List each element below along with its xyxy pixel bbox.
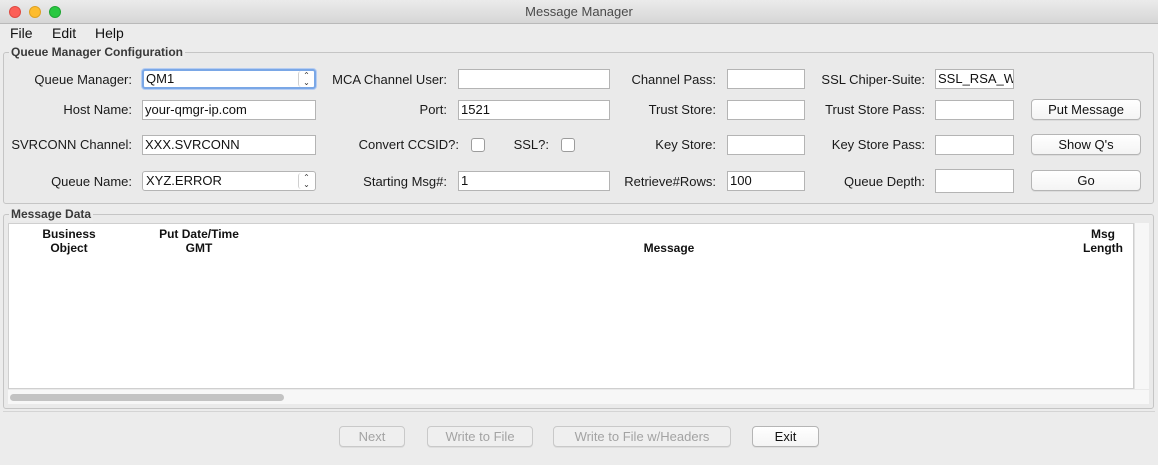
queue-manager-value: QM1 (146, 71, 175, 86)
queue-manager-config-title: Queue Manager Configuration (9, 45, 186, 59)
column-header-msg-length[interactable]: Msg Length (1073, 227, 1133, 255)
trust-store-pass-input[interactable] (935, 100, 1014, 120)
host-name-input[interactable]: your-qmgr-ip.com (142, 100, 316, 120)
trust-store-pass-label: Trust Store Pass: (825, 102, 925, 117)
queue-name-combo[interactable]: XYZ.ERROR (142, 171, 316, 191)
ssl-cipher-suite-input[interactable]: SSL_RSA_WI (935, 69, 1014, 89)
channel-pass-label: Channel Pass: (631, 72, 716, 87)
starting-msg-label: Starting Msg#: (363, 174, 447, 189)
host-name-label: Host Name: (63, 102, 132, 117)
menu-edit[interactable]: Edit (52, 25, 76, 41)
queue-depth-input[interactable] (935, 169, 1014, 193)
trust-store-input[interactable] (727, 100, 805, 120)
column-header-line: Business (42, 227, 96, 241)
queue-manager-label: Queue Manager: (34, 72, 132, 87)
column-header-line: Put Date/Time (159, 227, 239, 241)
chevron-up-down-icon[interactable]: ⌃ ⌄ (298, 173, 314, 189)
starting-msg-input[interactable]: 1 (458, 171, 610, 191)
retrieve-rows-input[interactable]: 100 (727, 171, 805, 191)
chevron-up-down-icon[interactable]: ⌃ ⌄ (298, 71, 314, 87)
go-button[interactable]: Go (1031, 170, 1141, 191)
column-header-put-datetime[interactable]: Put Date/Time GMT (140, 227, 258, 255)
write-to-file-button[interactable]: Write to File (427, 426, 533, 447)
window-title: Message Manager (525, 4, 633, 19)
svrconn-channel-label: SVRCONN Channel: (11, 137, 132, 152)
message-data-title: Message Data (9, 207, 94, 221)
mca-channel-user-label: MCA Channel User: (332, 72, 447, 87)
ssl-label: SSL?: (513, 137, 549, 152)
port-label: Port: (419, 102, 447, 117)
key-store-label: Key Store: (655, 137, 716, 152)
mca-channel-user-input[interactable] (458, 69, 610, 89)
menu-bar (0, 24, 1158, 44)
key-store-pass-input[interactable] (935, 135, 1014, 155)
key-store-input[interactable] (727, 135, 805, 155)
queue-name-label: Queue Name: (51, 174, 132, 189)
channel-pass-input[interactable] (727, 69, 805, 89)
column-header-line: Length (1083, 241, 1123, 255)
ssl-checkbox[interactable] (561, 138, 575, 152)
queue-depth-label: Queue Depth: (844, 174, 925, 189)
column-header-line: Msg (1091, 227, 1115, 241)
ssl-cipher-suite-label: SSL Chiper-Suite: (821, 72, 925, 87)
next-button[interactable]: Next (339, 426, 405, 447)
svrconn-channel-input[interactable]: XXX.SVRCONN (142, 135, 316, 155)
convert-ccsid-label: Convert CCSID?: (358, 137, 459, 152)
key-store-pass-label: Key Store Pass: (831, 137, 925, 152)
menu-help[interactable]: Help (95, 25, 124, 41)
show-queues-button[interactable]: Show Q's (1031, 134, 1141, 155)
convert-ccsid-checkbox[interactable] (471, 138, 485, 152)
table-vertical-scrollbar[interactable] (1134, 223, 1149, 389)
queue-manager-combo[interactable]: QM1 (142, 69, 316, 89)
put-message-button[interactable]: Put Message (1031, 99, 1141, 120)
column-header-business-object[interactable]: Business Object (30, 227, 108, 255)
queue-name-value: XYZ.ERROR (146, 173, 222, 188)
menu-file[interactable]: File (10, 25, 33, 41)
column-header-line: GMT (185, 241, 213, 255)
trust-store-label: Trust Store: (648, 102, 716, 117)
port-input[interactable]: 1521 (458, 100, 610, 120)
column-header-line: Object (50, 241, 88, 255)
column-header-message[interactable]: Message (600, 241, 738, 255)
horizontal-scroll-thumb[interactable] (10, 394, 284, 401)
exit-button[interactable]: Exit (752, 426, 819, 447)
retrieve-rows-label: Retrieve#Rows: (624, 174, 716, 189)
write-to-file-headers-button[interactable]: Write to File w/Headers (553, 426, 731, 447)
